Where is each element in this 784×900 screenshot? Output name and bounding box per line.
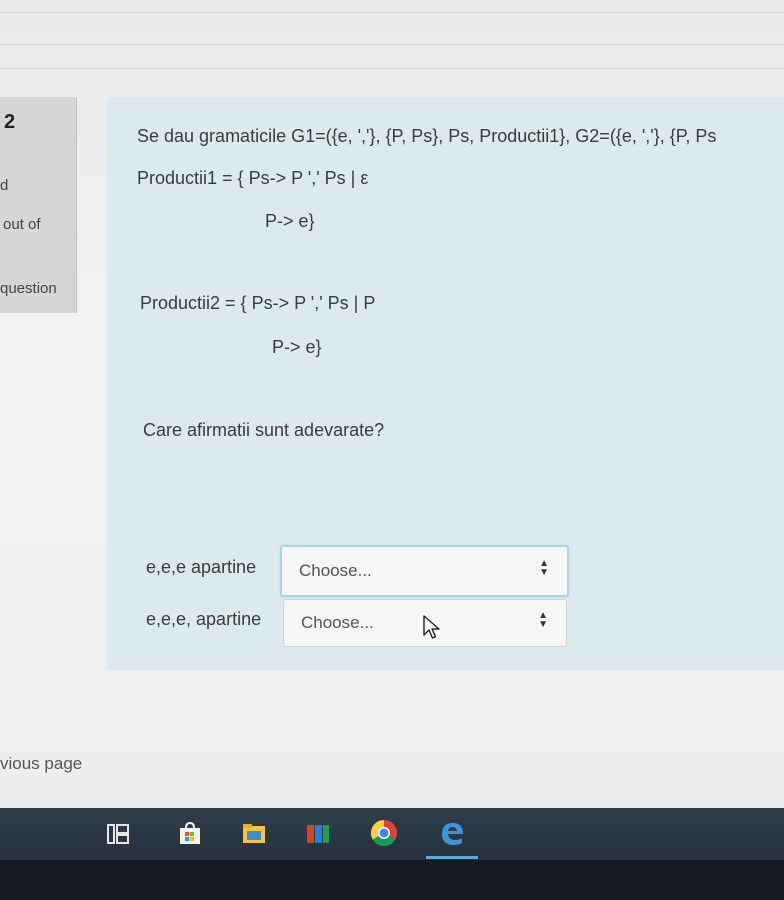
question-state: d [0,177,9,194]
flag-question-link[interactable]: question [0,280,57,297]
previous-page-button[interactable]: vious page [0,754,82,774]
divider [0,68,784,69]
question-info: 2 d out of question [0,97,77,313]
answer-label: e,e,e apartine [146,557,257,577]
question-intro: Se dau gramaticile G1=({e, ','}, {P, Ps}… [137,126,717,146]
store-icon[interactable] [177,822,203,846]
select-value: Choose... [301,613,374,632]
productions-2-line-2: P-> e} [272,337,322,357]
divider [0,44,784,45]
taskbar-edge [0,860,784,900]
edge-icon[interactable] [438,819,466,847]
up-down-arrows-icon: ▲ ▼ [538,610,548,630]
select-value: Choose... [299,561,372,580]
question-prompt: Care afirmatii sunt adevarate? [143,420,385,440]
divider [0,12,784,13]
question-mark: out of [3,216,41,233]
answer-label: e,e,e, apartine [146,609,262,629]
active-app-indicator [426,856,478,859]
question-number: 2 [4,111,16,133]
file-explorer-icon[interactable] [241,822,267,846]
productions-1-line-1: Productii1 = { Ps-> P ',' Ps | ε [137,168,369,188]
task-view-icon[interactable] [105,822,131,846]
office-icon[interactable] [305,822,331,846]
answer-select[interactable]: Choose... ▲ ▼ [280,545,569,597]
up-down-arrows-icon: ▲ ▼ [539,558,549,578]
productions-1-line-2: P-> e} [265,211,315,231]
chrome-icon[interactable] [369,818,399,848]
mouse-cursor-icon [423,615,440,639]
productions-2-line-1: Productii2 = { Ps-> P ',' Ps | P [140,293,376,313]
